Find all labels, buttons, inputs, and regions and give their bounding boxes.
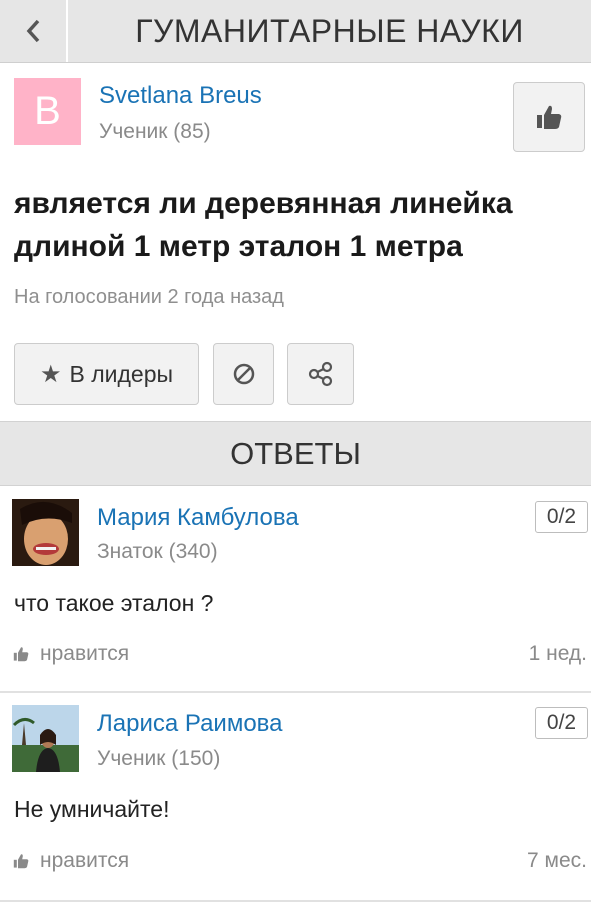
- answer-avatar[interactable]: [12, 499, 79, 566]
- answer-like-button[interactable]: нравится: [12, 849, 129, 873]
- back-button[interactable]: [0, 0, 68, 62]
- answers-header: ОТВЕТЫ: [0, 421, 591, 486]
- thumbs-up-icon: [537, 105, 562, 129]
- thumbs-up-icon: [13, 647, 29, 662]
- share-button[interactable]: [287, 343, 354, 405]
- like-label: нравится: [40, 642, 130, 665]
- answer-author-rank: Знаток (340): [97, 540, 218, 563]
- answer-author-name[interactable]: Мария Камбулова: [97, 504, 299, 532]
- top-bar: ГУМАНИТАРНЫЕ НАУКИ: [0, 0, 591, 63]
- answer-time: 7 мес.: [527, 849, 587, 872]
- thumbs-up-icon: [13, 854, 29, 869]
- answer-text: что такое эталон ?: [14, 590, 214, 616]
- share-icon: [308, 361, 332, 387]
- chevron-left-icon: [26, 19, 40, 43]
- block-button[interactable]: [213, 343, 274, 405]
- like-label: нравится: [40, 849, 130, 872]
- answer-item: Лариса Раимова Ученик (150) 0/2 Не умнич…: [0, 693, 591, 901]
- author-rank: Ученик (85): [99, 120, 211, 143]
- add-to-leaders-button[interactable]: ★ В лидеры: [14, 343, 199, 405]
- answer-author-rank: Ученик (150): [97, 747, 221, 770]
- answer-like-button[interactable]: нравится: [12, 642, 129, 666]
- author-avatar[interactable]: B: [14, 78, 81, 145]
- section-title: ГУМАНИТАРНЫЕ НАУКИ: [135, 12, 524, 49]
- question-status: На голосовании 2 года назад: [14, 286, 284, 308]
- answer-time: 1 нед.: [528, 642, 587, 665]
- star-icon: ★: [39, 360, 62, 388]
- leaders-label: В лидеры: [69, 360, 174, 387]
- answer-item: Мария Камбулова Знаток (340) 0/2 что так…: [0, 487, 591, 692]
- answer-avatar[interactable]: [12, 705, 79, 772]
- block-icon: [233, 363, 254, 385]
- answer-score-badge: 0/2: [535, 501, 588, 533]
- answer-score-badge: 0/2: [535, 707, 588, 739]
- answer-author-name[interactable]: Лариса Раимова: [97, 710, 283, 738]
- answer-text: Не умничайте!: [14, 796, 170, 822]
- question-text: является ли деревянная линейка длиной 1 …: [14, 187, 513, 263]
- author-name[interactable]: Svetlana Breus: [99, 82, 262, 110]
- divider: [0, 900, 591, 902]
- like-question-button[interactable]: [513, 82, 585, 152]
